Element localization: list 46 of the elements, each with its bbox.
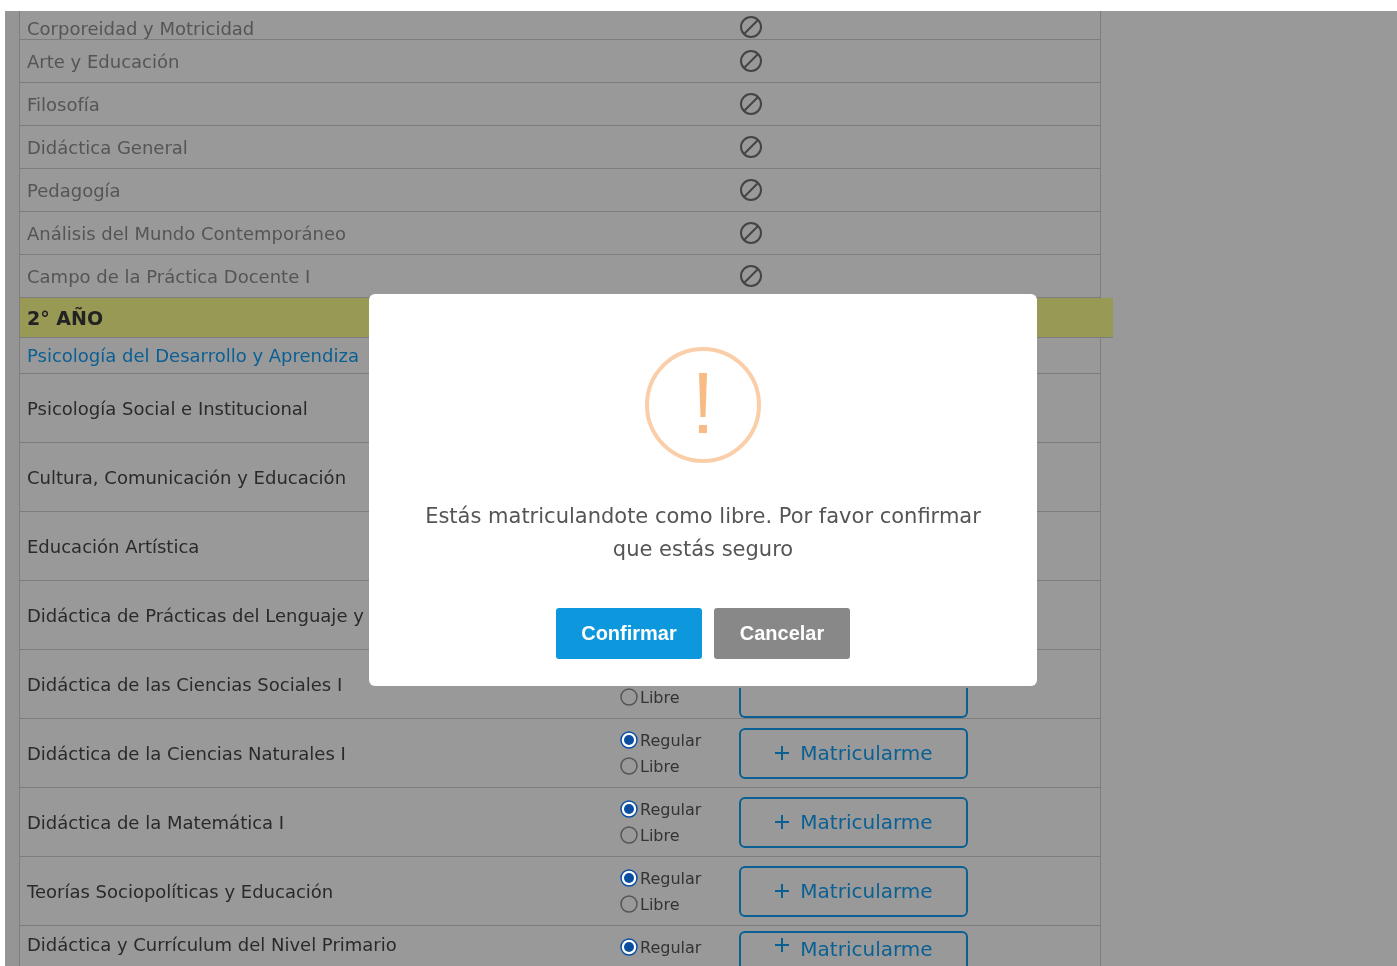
radio-label: Regular (640, 799, 702, 819)
enroll-button[interactable]: Matricularme (739, 796, 968, 848)
dialog-message: Estás matriculandote como libre. Por favor confirmar que estás seguro (424, 503, 982, 563)
radio-button[interactable] (620, 938, 638, 956)
subject-name: Corporeidad y Motricidad (26, 18, 256, 39)
radio-label: Libre (640, 687, 680, 707)
subject-name: Educación Artística (26, 535, 201, 557)
subject-name: Didáctica General (26, 136, 189, 158)
subject-name: Didáctica de las Ciencias Sociales I (26, 673, 344, 695)
confirm-button[interactable]: Confirmar (556, 608, 702, 659)
cancel-button[interactable]: Cancelar (714, 608, 850, 659)
radio-label: Libre (640, 756, 680, 776)
radio-label: Regular (640, 937, 702, 957)
radio-button[interactable] (620, 731, 638, 749)
year-header: 2° AÑO (26, 306, 104, 329)
subject-name: Didáctica y Currículum del Nivel Primario (26, 933, 398, 955)
enroll-button[interactable] (739, 688, 968, 718)
radio-button[interactable] (620, 800, 638, 818)
subject-name: Filosofía (26, 93, 101, 115)
subject-name: Campo de la Práctica Docente I (26, 265, 312, 287)
subject-name: Didáctica de la Ciencias Naturales I (26, 742, 347, 764)
plus-icon (774, 937, 791, 953)
plus-icon (774, 883, 791, 899)
plus-icon (774, 814, 791, 830)
plus-icon (774, 745, 791, 761)
enroll-button[interactable]: Matricularme (739, 727, 968, 779)
subject-name: Psicología Social e Institucional (26, 397, 309, 419)
radio-label: Libre (640, 894, 680, 914)
subject-name: Didáctica de la Matemática I (26, 811, 286, 833)
subject-name: Arte y Educación (26, 50, 181, 72)
subject-name: Cultura, Comunicación y Educación (26, 466, 348, 488)
subject-name: Teorías Sociopolíticas y Educación (26, 880, 335, 902)
radio-button[interactable] (620, 869, 638, 887)
radio-label: Regular (640, 868, 702, 888)
radio-label: Libre (640, 825, 680, 845)
enroll-button[interactable]: Matricularme (739, 931, 968, 966)
radio-button[interactable] (620, 895, 638, 913)
radio-button[interactable] (620, 826, 638, 844)
warning-icon (644, 346, 762, 464)
enroll-button[interactable]: Matricularme (739, 865, 968, 917)
radio-label: Regular (640, 730, 702, 750)
subject-name: Didáctica de Prácticas del Lenguaje y (26, 604, 365, 626)
radio-button[interactable] (620, 757, 638, 775)
subject-name: Análisis del Mundo Contemporáneo (26, 222, 347, 244)
radio-button[interactable] (620, 688, 638, 706)
subject-name: Pedagogía (26, 179, 122, 201)
